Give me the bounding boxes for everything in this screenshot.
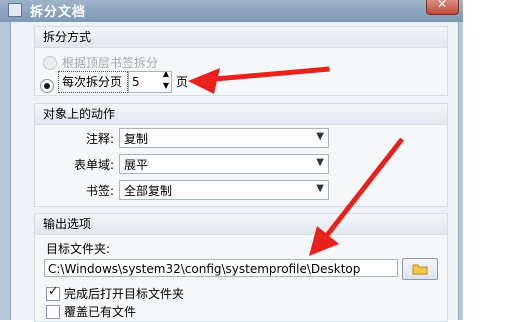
output-options-heading: 输出选项 [35,214,447,235]
target-folder-label: 目标文件夹: [46,242,111,256]
bookmark-label: 书签: [85,184,114,198]
chevron-down-icon: ▼ [316,157,324,168]
bookmark-value: 全部复制 [124,184,173,198]
title-bar: 拆分文档 ✕ [0,0,463,22]
spinner-up-icon[interactable]: ▲ [163,72,169,79]
chevron-down-icon: ▼ [316,131,324,142]
split-method-heading: 拆分方式 [35,27,447,48]
spinner-down-icon[interactable]: ▼ [163,81,169,91]
open-folder-label: 完成后打开目标文件夹 [64,287,185,301]
close-icon: ✕ [437,0,448,11]
annotation-arrow-2-head [309,226,339,256]
annotation-value: 复制 [124,132,149,146]
bookmark-select[interactable]: 全部复制 ▼ [119,180,329,200]
form-field-label: 表单域: [73,158,114,172]
split-by-bookmark-label: 根据顶层书签拆分 [62,56,159,70]
app-icon [8,3,22,17]
check-icon: ✓ [48,284,59,299]
folder-icon [412,264,428,275]
form-field-select[interactable]: 展平 ▼ [119,154,329,174]
target-folder-input[interactable]: C:\Windows\system32\config\systemprofile… [44,259,398,277]
pages-value: 5 [132,75,140,89]
open-folder-checkbox[interactable]: ✓ [46,284,60,301]
chevron-down-icon: ▼ [316,183,324,194]
overwrite-checkbox[interactable] [46,305,60,319]
form-field-value: 展平 [124,158,149,172]
split-by-bookmark-radio[interactable] [43,56,57,70]
split-by-pages-radio[interactable] [40,79,54,93]
annotation-arrow-1-head [188,68,220,94]
browse-folder-button[interactable] [402,258,438,280]
window-title: 拆分文档 [30,5,87,20]
close-button[interactable]: ✕ [426,0,459,15]
pages-spinner[interactable]: 5 ▲ ▼ [128,71,172,93]
split-by-pages-label: 每次拆分页 [62,75,123,89]
annotation-label: 注释: [85,132,114,146]
window-frame-left [0,22,10,320]
annotation-select[interactable]: 复制 ▼ [119,128,329,148]
object-actions-heading: 对象上的动作 [35,104,447,125]
overwrite-label: 覆盖已有文件 [64,305,137,319]
